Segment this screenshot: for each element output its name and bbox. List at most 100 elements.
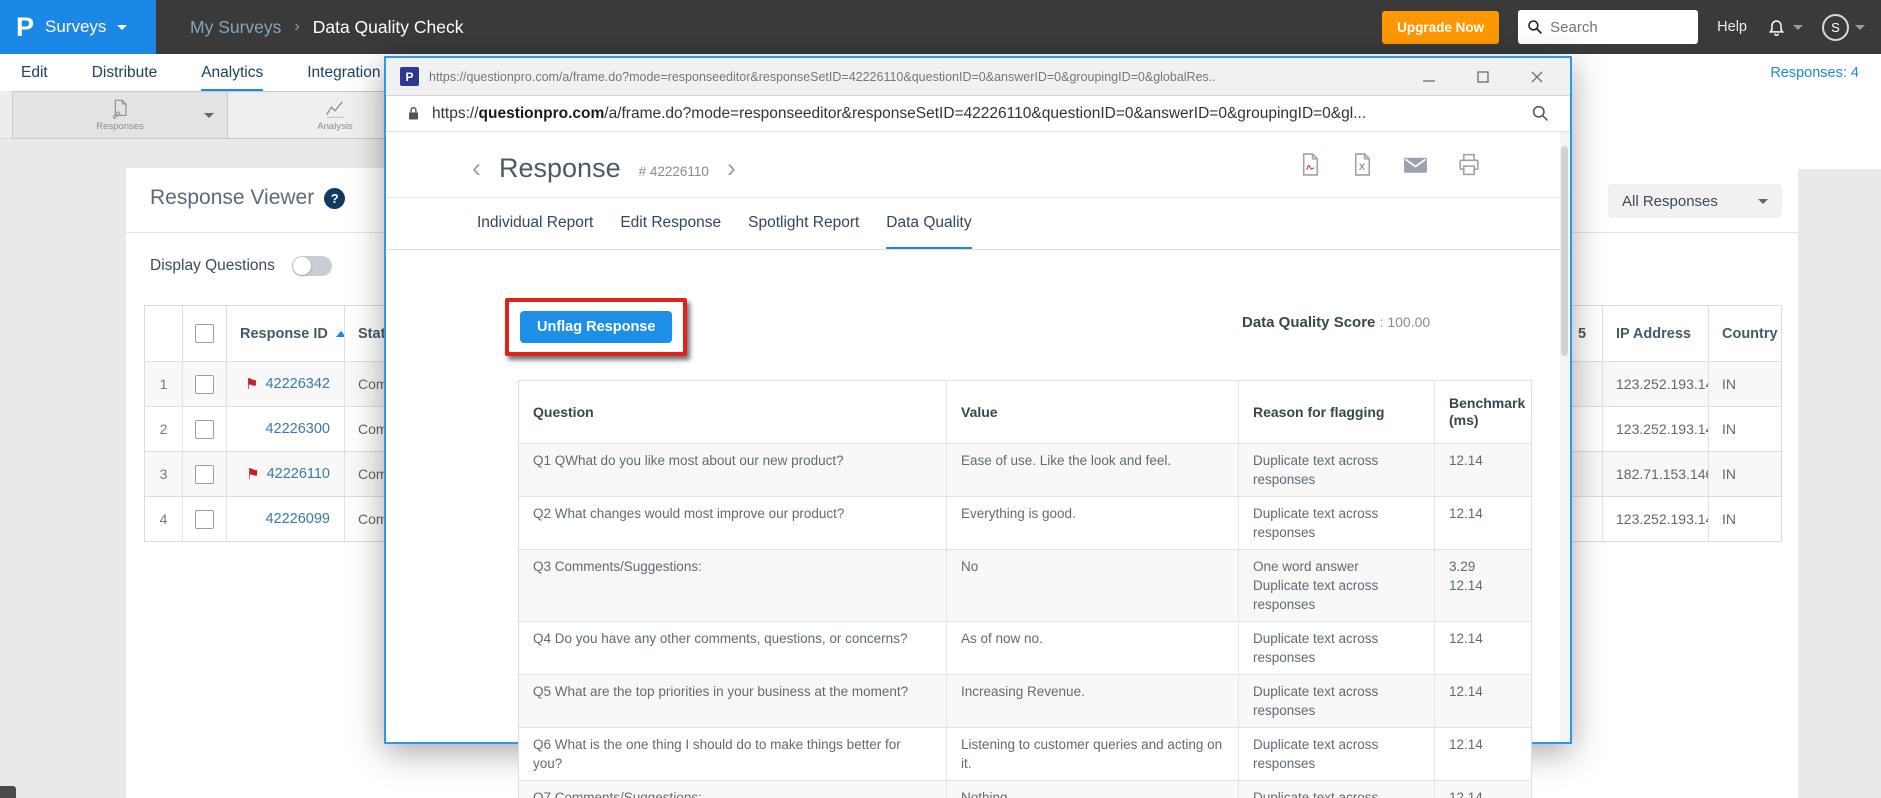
modal-tab-individual-report[interactable]: Individual Report	[477, 198, 593, 250]
response-row-right: 123.252.193.148 IN	[1565, 406, 1781, 451]
search-icon	[1527, 19, 1543, 35]
minimize-button[interactable]	[1422, 70, 1436, 84]
response-id-cell: ⚑ 42226342	[227, 362, 345, 406]
response-id-link[interactable]: 42226099	[265, 511, 330, 527]
country-code-header[interactable]: Country Code	[1709, 306, 1781, 361]
ip-address-header[interactable]: IP Address	[1603, 306, 1709, 361]
ip-address-cell: 123.252.193.148	[1603, 362, 1709, 406]
modal-tab-data-quality[interactable]: Data Quality	[886, 198, 972, 250]
reason-cell: One word answer Duplicate text across res…	[1239, 550, 1435, 621]
question-cell: Q2 What changes would most improve our p…	[519, 497, 947, 549]
value-cell: Ease of use. Like the look and feel.	[947, 444, 1239, 496]
topbar-actions: Upgrade Now Help S	[1382, 10, 1881, 44]
spacer	[1572, 91, 1881, 169]
nav-tab-distribute[interactable]: Distribute	[92, 54, 157, 91]
nav-tab-integration[interactable]: Integration	[307, 54, 380, 91]
row-number-header	[145, 306, 183, 361]
notifications-menu[interactable]	[1766, 17, 1803, 38]
modal-tab-spotlight-report[interactable]: Spotlight Report	[748, 198, 859, 250]
display-questions-toggle[interactable]	[291, 256, 332, 276]
bell-icon	[1766, 17, 1787, 38]
row-checkbox[interactable]	[195, 419, 214, 439]
reason-line: Duplicate text across responses	[1253, 631, 1379, 665]
upgrade-now-button[interactable]: Upgrade Now	[1382, 10, 1500, 44]
close-button[interactable]	[1530, 70, 1544, 84]
modal-tabs: Individual Report Edit Response Spotlight …	[477, 198, 972, 250]
unflag-response-button[interactable]: Unflag Response	[520, 311, 673, 343]
response-id-header[interactable]: Response ID	[227, 306, 345, 361]
maximize-button[interactable]	[1476, 70, 1490, 84]
question-header: Question	[519, 381, 947, 443]
question-cell: Q5 What are the top priorities in your b…	[519, 675, 947, 727]
account-menu[interactable]: S	[1822, 13, 1865, 41]
excel-export-icon[interactable]: X	[1350, 152, 1375, 177]
quality-row: Q5 What are the top priorities in your b…	[519, 674, 1531, 727]
row-checkbox[interactable]	[195, 509, 214, 529]
benchmark-header: Benchmark (ms)	[1449, 395, 1526, 428]
question-cell: Q3 Comments/Suggestions:	[519, 550, 947, 621]
question-cell: Q4 Do you have any other comments, quest…	[519, 622, 947, 674]
toolbar-responses-label: Responses	[96, 121, 144, 132]
pdf-export-icon[interactable]	[1298, 152, 1323, 177]
address-bar[interactable]: https://questionpro.com/a/frame.do?mode=…	[386, 96, 1570, 132]
benchmark-cell: 12.14	[1435, 497, 1533, 549]
toolbar-analysis-label: Analysis	[317, 121, 353, 132]
lock-icon	[406, 105, 421, 122]
value-cell: As of now no.	[947, 622, 1239, 674]
row-checkbox-cell	[183, 362, 227, 406]
quality-row: Q2 What changes would most improve our p…	[519, 496, 1531, 549]
response-id-link[interactable]: 42226342	[265, 376, 330, 392]
previous-response-icon[interactable]: ‹	[472, 154, 481, 182]
product-switcher[interactable]: P Surveys	[0, 0, 156, 54]
value-cell: No	[947, 550, 1239, 621]
address-url: https://questionpro.com/a/frame.do?mode=…	[432, 105, 1520, 123]
response-id-link[interactable]: 42226110	[267, 466, 330, 482]
modal-tab-edit-response[interactable]: Edit Response	[620, 198, 721, 250]
benchmark-cell: 3.29 12.14	[1435, 550, 1533, 621]
chat-widget-sliver[interactable]	[0, 786, 16, 798]
score-label: Data Quality Score	[1242, 314, 1376, 331]
value-cell: Increasing Revenue.	[947, 675, 1239, 727]
benchmark-line: 12.14	[1449, 631, 1483, 646]
nav-tab-edit[interactable]: Edit	[21, 54, 48, 91]
window-title-bar[interactable]: P https://questionpro.com/a/frame.do?mod…	[386, 58, 1570, 96]
next-response-icon[interactable]: ›	[727, 154, 736, 182]
quality-row: Q4 Do you have any other comments, quest…	[519, 621, 1531, 674]
responses-filter-dropdown[interactable]: All Responses	[1608, 184, 1782, 218]
country-code-cell: IN	[1722, 466, 1736, 482]
address-scheme: https://	[432, 104, 479, 122]
scrollbar-thumb[interactable]	[1561, 146, 1568, 356]
country-code-cell: IN	[1722, 511, 1736, 527]
row-checkbox[interactable]	[195, 464, 214, 484]
response-id-header-label: Response ID	[240, 325, 328, 342]
svg-text:X: X	[1359, 162, 1366, 172]
help-link[interactable]: Help	[1717, 19, 1747, 35]
row-number: 3	[145, 452, 183, 496]
response-id-link[interactable]: 42226300	[265, 421, 330, 437]
quality-row: Q3 Comments/Suggestions: No One word answe…	[519, 549, 1531, 621]
search-input[interactable]	[1550, 18, 1681, 36]
filter-selected-value: All Responses	[1622, 192, 1718, 210]
viewer-table-right-rows: 123.252.193.148IN123.252.193.148IN182.71…	[1565, 361, 1781, 541]
country-code-cell: IN	[1722, 421, 1736, 437]
chevron-down-icon	[117, 24, 128, 30]
breadcrumb: My Surveys › Data Quality Check	[190, 17, 464, 38]
toolbar-responses-button[interactable]: Responses	[12, 91, 228, 139]
chevron-down-icon	[204, 113, 214, 118]
response-editor-window: P https://questionpro.com/a/frame.do?mod…	[384, 56, 1572, 798]
breadcrumb-my-surveys[interactable]: My Surveys	[190, 17, 281, 38]
print-icon[interactable]	[1456, 152, 1482, 177]
nav-tab-analytics[interactable]: Analytics	[201, 54, 264, 91]
email-envelope-icon[interactable]	[1402, 152, 1429, 177]
benchmark-cell: 12.14	[1435, 444, 1533, 496]
help-question-icon[interactable]	[324, 187, 346, 209]
modal-scrollbar[interactable]	[1560, 132, 1569, 742]
row-checkbox[interactable]	[195, 374, 214, 394]
zoom-search-icon[interactable]	[1531, 104, 1550, 123]
select-all-checkbox[interactable]	[195, 324, 214, 343]
benchmark-line: 12.14	[1449, 506, 1483, 521]
value-cell: Nothing.	[947, 781, 1239, 798]
display-questions-label: Display Questions	[150, 257, 275, 274]
global-search[interactable]	[1518, 10, 1699, 44]
row-number: 4	[145, 497, 183, 541]
